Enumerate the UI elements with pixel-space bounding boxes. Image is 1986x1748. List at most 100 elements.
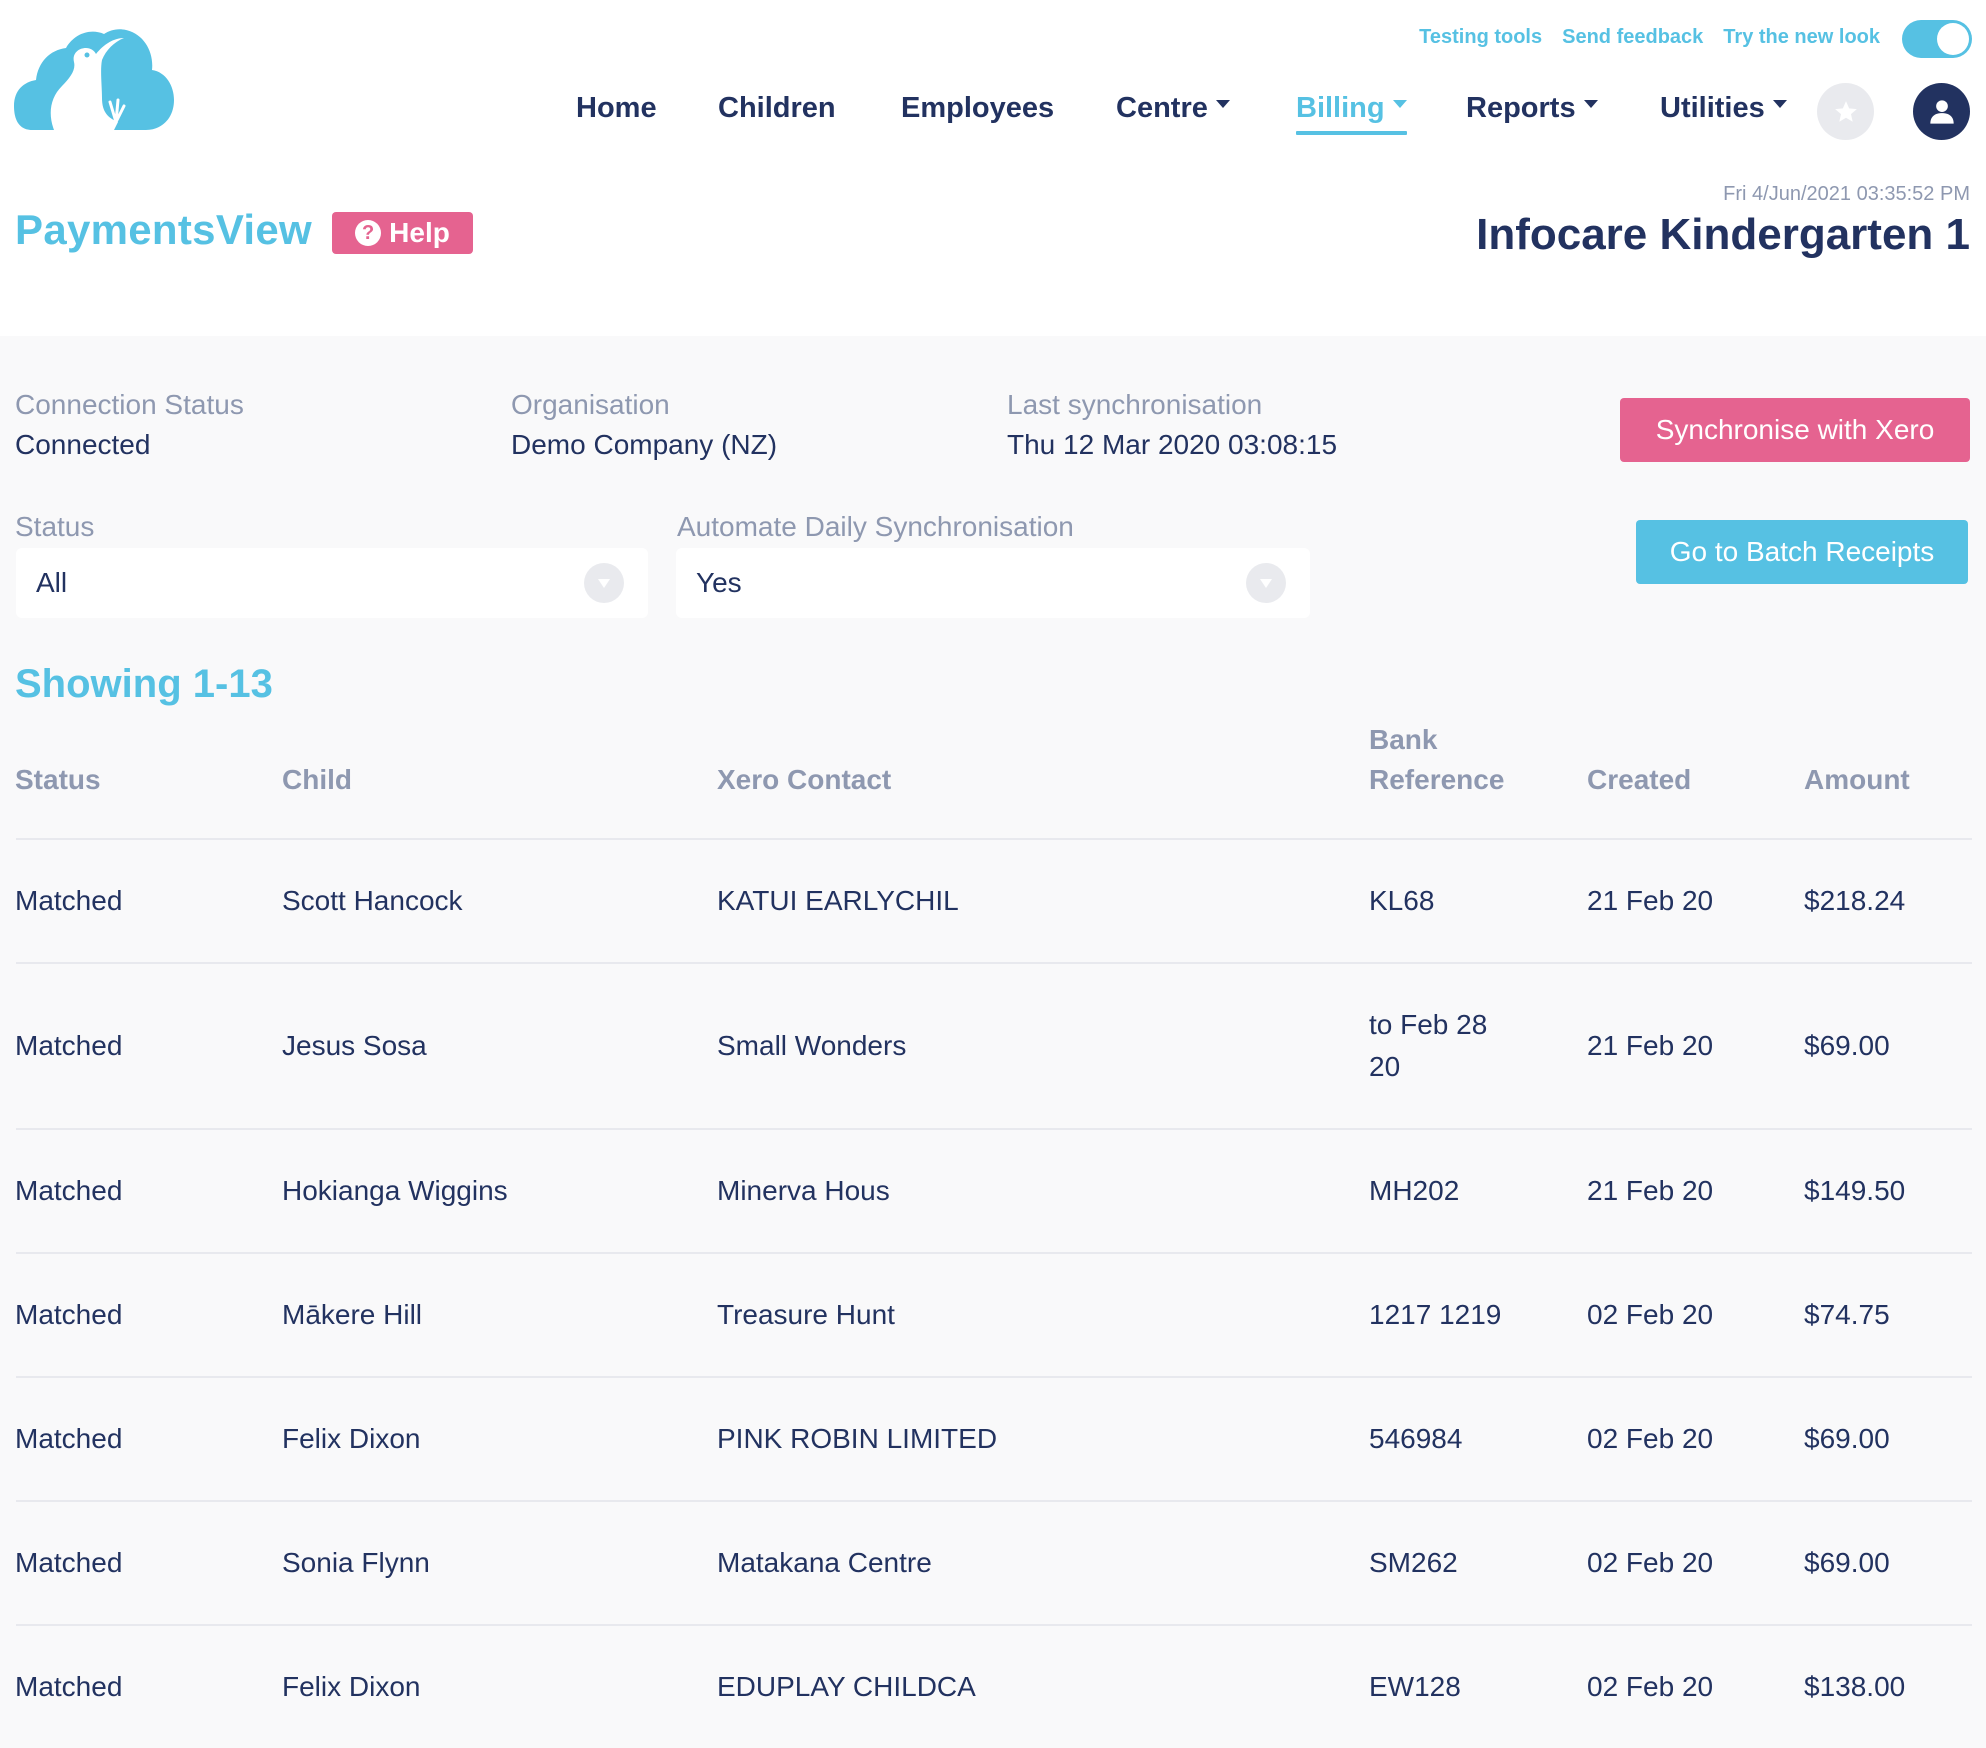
organisation-label: Organisation bbox=[511, 389, 670, 420]
cell-status: Matched bbox=[15, 1423, 123, 1454]
cell-amount: $218.24 bbox=[1804, 885, 1906, 916]
nav-centre-label: Centre bbox=[1116, 92, 1208, 124]
cell-child: Mākere Hill bbox=[282, 1299, 423, 1330]
nav-utilities[interactable]: Utilities bbox=[1660, 88, 1787, 128]
status-filter-select[interactable]: All bbox=[16, 548, 648, 618]
cell-child: Hokianga Wiggins bbox=[282, 1175, 508, 1206]
nav-employees-label: Employees bbox=[901, 92, 1055, 124]
cell-xero-contact: KATUI EARLYCHIL bbox=[717, 885, 959, 916]
try-new-look-link[interactable]: Try the new look bbox=[1723, 26, 1880, 49]
cell-child: Sonia Flynn bbox=[282, 1547, 430, 1578]
cell-amount: $74.75 bbox=[1804, 1299, 1890, 1330]
connection-status-label: Connection Status bbox=[15, 389, 244, 420]
automate-sync-value: Yes bbox=[696, 567, 742, 598]
cell-xero-contact: Minerva Hous bbox=[717, 1175, 890, 1206]
caret-down-icon bbox=[1215, 100, 1230, 109]
cell-status: Matched bbox=[15, 1671, 123, 1702]
cell-xero-contact: PINK ROBIN LIMITED bbox=[717, 1423, 998, 1454]
cell-amount: $149.50 bbox=[1804, 1175, 1906, 1206]
chevron-down-icon bbox=[1246, 563, 1286, 603]
col-created[interactable]: Created bbox=[1587, 760, 1691, 800]
cell-xero-contact: Small Wonders bbox=[717, 1030, 907, 1061]
status-filter-label: Status bbox=[15, 511, 95, 542]
col-bank-reference[interactable]: Bank Reference bbox=[1369, 720, 1529, 800]
status-filter-value: All bbox=[36, 567, 68, 598]
cell-child: Felix Dixon bbox=[282, 1423, 421, 1454]
automate-sync-label: Automate Daily Synchronisation bbox=[677, 511, 1074, 542]
favourite-button[interactable] bbox=[1817, 83, 1874, 140]
cell-amount: $69.00 bbox=[1804, 1423, 1890, 1454]
help-label: Help bbox=[389, 217, 450, 248]
cell-status: Matched bbox=[15, 885, 123, 916]
kiwi-cloud-logo[interactable] bbox=[14, 26, 174, 130]
col-amount[interactable]: Amount bbox=[1804, 760, 1910, 800]
page-title: PaymentsView bbox=[15, 206, 312, 253]
table-row[interactable]: Matched Hokianga Wiggins Minerva Hous MH202… bbox=[0, 1129, 1986, 1253]
main-content: Connection Status Connected Organisation… bbox=[0, 336, 1986, 1748]
connection-status-value: Connected bbox=[15, 429, 151, 460]
new-look-toggle[interactable] bbox=[1902, 20, 1972, 58]
cell-bank-reference: KL68 bbox=[1369, 885, 1435, 916]
last-sync-value: Thu 12 Mar 2020 03:08:15 bbox=[1007, 429, 1338, 460]
batch-receipts-button[interactable]: Go to Batch Receipts bbox=[1636, 520, 1968, 584]
cell-amount: $69.00 bbox=[1804, 1030, 1890, 1061]
table-header: Status Child Xero Contact Bank Reference… bbox=[0, 724, 1986, 839]
cell-bank-reference: SM262 bbox=[1369, 1547, 1458, 1578]
cell-xero-contact: Matakana Centre bbox=[717, 1547, 932, 1578]
table-row[interactable]: Matched Felix Dixon PINK ROBIN LIMITED 5469… bbox=[0, 1377, 1986, 1501]
toggle-knob bbox=[1937, 23, 1969, 55]
cell-bank-reference: MH202 bbox=[1369, 1175, 1460, 1206]
nav-home[interactable]: Home bbox=[576, 88, 657, 128]
last-sync-label: Last synchronisation bbox=[1007, 389, 1263, 420]
synchronise-xero-button[interactable]: Synchronise with Xero bbox=[1620, 398, 1970, 462]
automate-sync-select[interactable]: Yes bbox=[676, 548, 1310, 618]
cell-created: 02 Feb 20 bbox=[1587, 1299, 1714, 1330]
user-icon bbox=[1929, 99, 1954, 124]
nav-utilities-label: Utilities bbox=[1660, 92, 1765, 124]
top-links: Testing tools Send feedback Try the new … bbox=[1419, 26, 1880, 49]
send-feedback-link[interactable]: Send feedback bbox=[1562, 26, 1703, 49]
table-row[interactable]: Matched Jesus Sosa Small Wonders to Feb 28 … bbox=[0, 963, 1986, 1129]
nav-children[interactable]: Children bbox=[718, 88, 836, 128]
caret-down-icon bbox=[1392, 100, 1407, 109]
table-row[interactable]: Matched Scott Hancock KATUI EARLYCHIL KL68 2… bbox=[0, 839, 1986, 963]
cell-amount: $69.00 bbox=[1804, 1547, 1890, 1578]
cell-xero-contact: EDUPLAY CHILDCA bbox=[717, 1671, 976, 1702]
centre-name: Infocare Kindergarten 1 bbox=[1476, 210, 1970, 259]
table-row[interactable]: Matched Felix Dixon EDUPLAY CHILDCA EW128 02… bbox=[0, 1625, 1986, 1748]
col-status[interactable]: Status bbox=[15, 760, 101, 800]
showing-count: Showing 1-13 bbox=[15, 662, 273, 706]
cell-status: Matched bbox=[15, 1175, 123, 1206]
payments-view-page: Testing tools Send feedback Try the new … bbox=[0, 0, 1986, 1748]
nav-billing-label: Billing bbox=[1296, 92, 1385, 124]
nav-home-label: Home bbox=[576, 92, 657, 124]
organisation-value: Demo Company (NZ) bbox=[511, 429, 778, 460]
col-xero-contact[interactable]: Xero Contact bbox=[717, 760, 891, 800]
nav-children-label: Children bbox=[718, 92, 836, 124]
star-icon bbox=[1834, 100, 1857, 122]
cell-status: Matched bbox=[15, 1030, 123, 1061]
cell-xero-contact: Treasure Hunt bbox=[717, 1299, 895, 1330]
help-button[interactable]: ? Help bbox=[332, 212, 473, 254]
user-menu-button[interactable] bbox=[1913, 83, 1970, 140]
nav-centre[interactable]: Centre bbox=[1116, 88, 1230, 128]
cell-bank-reference: 1217 1219 bbox=[1369, 1299, 1502, 1330]
cell-status: Matched bbox=[15, 1547, 123, 1578]
cell-child: Felix Dixon bbox=[282, 1671, 421, 1702]
nav-billing[interactable]: Billing bbox=[1296, 88, 1407, 135]
testing-tools-link[interactable]: Testing tools bbox=[1419, 26, 1542, 49]
table-row[interactable]: Matched Sonia Flynn Matakana Centre SM262 02… bbox=[0, 1501, 1986, 1625]
nav-reports[interactable]: Reports bbox=[1466, 88, 1598, 128]
chevron-down-icon bbox=[584, 563, 624, 603]
table-row[interactable]: Matched Mākere Hill Treasure Hunt 1217 1219… bbox=[0, 1253, 1986, 1377]
cell-created: 02 Feb 20 bbox=[1587, 1423, 1714, 1454]
cell-amount: $138.00 bbox=[1804, 1671, 1906, 1702]
cell-created: 21 Feb 20 bbox=[1587, 1175, 1714, 1206]
cell-status: Matched bbox=[15, 1299, 123, 1330]
cell-created: 02 Feb 20 bbox=[1587, 1671, 1714, 1702]
nav-reports-label: Reports bbox=[1466, 92, 1576, 124]
nav-employees[interactable]: Employees bbox=[901, 88, 1054, 128]
cell-bank-reference: to Feb 28 20 bbox=[1369, 1009, 1488, 1082]
col-child[interactable]: Child bbox=[282, 760, 352, 800]
cell-bank-reference: EW128 bbox=[1369, 1671, 1461, 1702]
